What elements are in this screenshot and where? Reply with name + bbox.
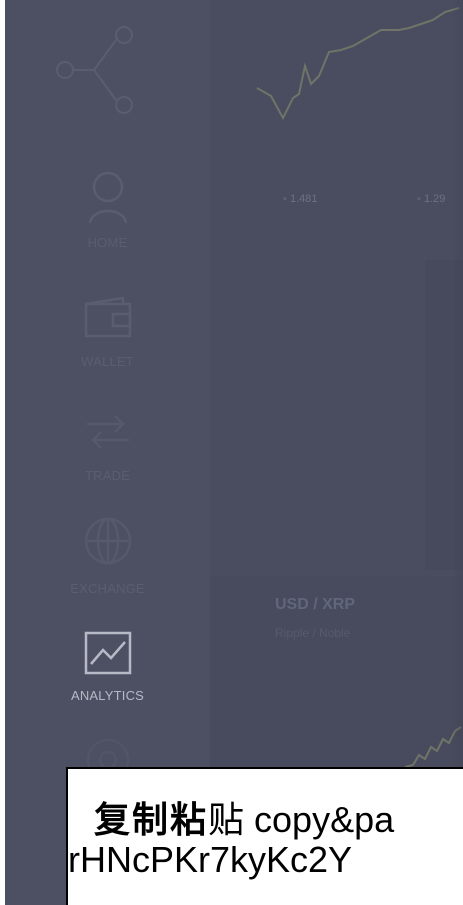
sidebar-item-trade[interactable]: TRADE <box>5 410 210 483</box>
price-ask: ▪ 1.29 <box>417 193 446 205</box>
watermark-overlay: 复制粘贴 copy&pa rHNcPKr7kyKc2Y <box>66 767 463 905</box>
mini-chart <box>249 0 463 130</box>
pair-title: USD / XRP <box>275 596 356 613</box>
sidebar-item-label: TRADE <box>84 468 131 483</box>
chart-icon <box>5 630 210 676</box>
price-bid-value: 1.481 <box>289 193 318 205</box>
sidebar-item-label: HOME <box>87 235 128 250</box>
watermark-serif-text: 贴 <box>208 800 245 841</box>
user-icon <box>5 165 210 227</box>
sidebar-item-wallet[interactable]: WALLET <box>5 296 210 369</box>
globe-icon <box>5 515 210 567</box>
sidebar-item-label: EXCHANGE <box>70 581 145 596</box>
price-bid: ▪ 1.481 <box>283 193 318 205</box>
sidebar-item-label: WALLET <box>81 354 134 369</box>
sidebar-item-label: ANALYTICS <box>70 688 145 703</box>
wallet-icon <box>5 296 210 340</box>
watermark-bold-text: 复制粘 <box>94 799 209 840</box>
watermark-tail-text: copy&pa <box>244 799 395 840</box>
sidebar-item-home[interactable]: HOME <box>5 165 210 250</box>
pair-subtitle: Ripple / Noble <box>275 626 351 640</box>
sidebar-item-analytics[interactable]: ANALYTICS <box>5 630 210 703</box>
sidebar-item-exchange[interactable]: EXCHANGE <box>5 515 210 596</box>
network-nodes-icon <box>50 20 140 120</box>
trade-icon <box>5 410 210 454</box>
watermark-line-1: 复制粘贴 copy&pa <box>94 791 394 843</box>
watermark-line-2: rHNcPKr7kyKc2Y <box>68 839 353 880</box>
price-ask-value: 1.29 <box>423 193 446 205</box>
